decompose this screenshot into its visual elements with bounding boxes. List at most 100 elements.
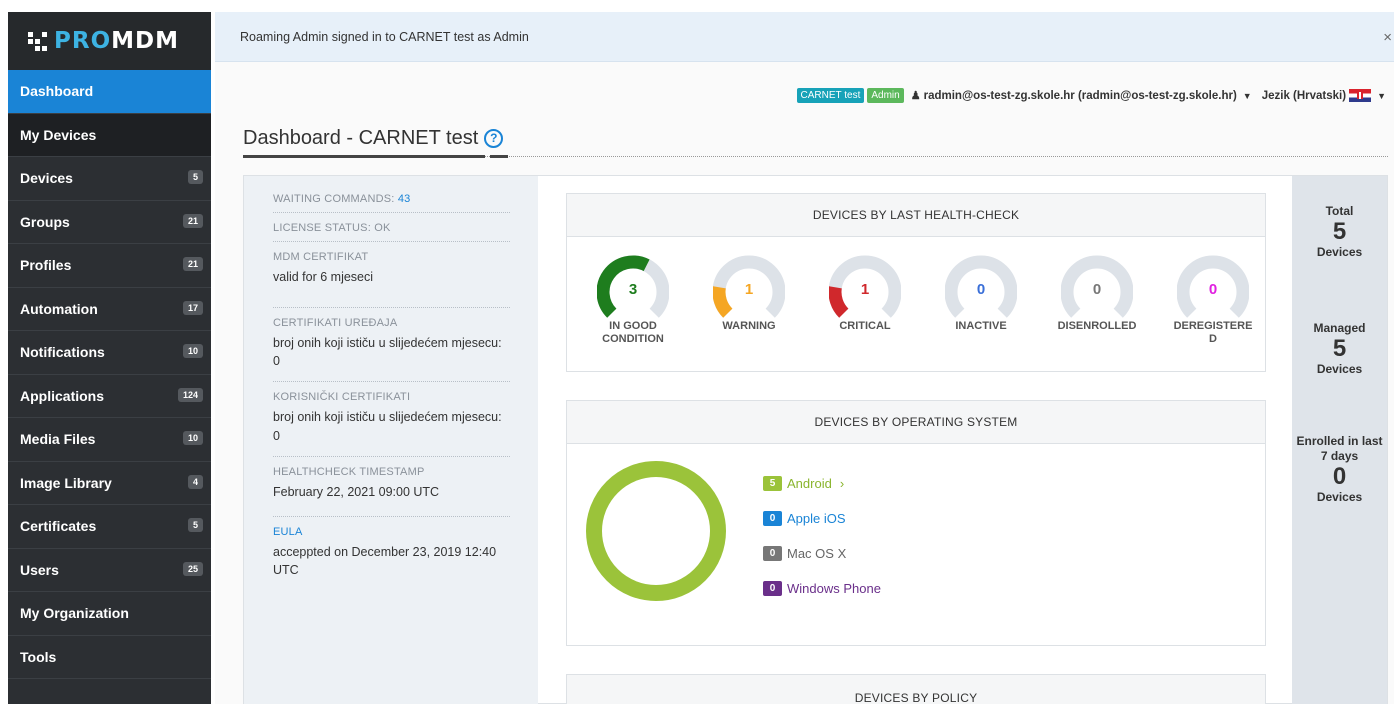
count-badge: 17 <box>182 300 203 315</box>
sidebar-item-groups[interactable]: Groups 21 <box>8 201 211 244</box>
gauge-value: 0 <box>976 281 986 298</box>
dashboard-panel: WAITING COMMANDS: 43 LICENSE STATUS: OK … <box>243 175 1388 704</box>
chevron-right-icon: › <box>839 476 845 491</box>
sidebar-item-label: Groups <box>20 213 70 230</box>
sidebar-item-image-library[interactable]: Image Library 4 <box>8 462 211 505</box>
logo[interactable]: PROMDM <box>8 12 211 70</box>
sidebar-item-devices[interactable]: Devices 5 <box>8 157 211 201</box>
stat-enrolled: Enrolled in last 7 days 0 Devices <box>1296 434 1383 504</box>
os-donut-chart <box>586 461 726 601</box>
gauge-label: DEREGISTERE D <box>1173 320 1253 345</box>
count-badge: 124 <box>177 387 203 402</box>
sidebar-item-label: Users <box>20 561 59 578</box>
sidebar-item-label: Tools <box>20 648 57 665</box>
card-title: DEVICES BY LAST HEALTH-CHECK <box>567 194 1265 237</box>
sidebar-item-label: Notifications <box>20 344 105 361</box>
sidebar-item-tools[interactable]: Tools <box>8 636 211 679</box>
health-gauges: 3 IN GOOD CONDITION 1 WARNING 1 CRITICAL 0 IN… <box>567 237 1265 370</box>
sidebar-item-label: Media Files <box>20 431 96 448</box>
count-badge: 10 <box>182 344 203 358</box>
gauge-value: 1 <box>744 281 754 298</box>
user-icon: ♟ <box>910 90 921 102</box>
eula: EULA acceppted on December 23, 2019 12:4… <box>273 526 510 586</box>
count-badge: 21 <box>182 213 203 228</box>
gauge-value: 0 <box>1092 281 1102 298</box>
os-count-badge: 0 <box>763 511 782 526</box>
sidebar-item-certificates[interactable]: Certificates 5 <box>8 505 211 549</box>
os-count-badge: 0 <box>763 581 782 596</box>
os-legend-windows-phone[interactable]: 0 Windows Phone <box>763 571 889 606</box>
count-badge: 21 <box>182 257 203 271</box>
card-title: DEVICES BY OPERATING SYSTEM <box>567 401 1265 444</box>
health-check-card: DEVICES BY LAST HEALTH-CHECK 3 IN GOOD CON… <box>566 193 1266 372</box>
gauge-label: CRITICAL <box>839 320 891 332</box>
eula-link[interactable]: EULA <box>273 526 510 538</box>
count-badge: 10 <box>182 431 203 445</box>
policy-card: DEVICES BY POLICY <box>566 674 1266 704</box>
sidebar-nav: Dashboard My Devices Devices 5 Groups 21 Profi… <box>8 70 211 679</box>
user-bar: CARNET test Admin ♟ radmin@os-test-zg.sk… <box>796 88 1386 103</box>
count-badge: 5 <box>187 170 203 184</box>
sidebar-item-label: Dashboard <box>20 83 94 100</box>
sidebar-item-applications[interactable]: Applications 124 <box>8 375 211 418</box>
page-title: Dashboard - CARNET test ? <box>243 127 504 150</box>
os-legend-apple-ios[interactable]: 0 Apple iOS <box>763 501 889 536</box>
os-card: DEVICES BY OPERATING SYSTEM 5 Android › 0 Ap… <box>566 400 1266 646</box>
chevron-down-icon[interactable]: ▼ <box>1377 91 1386 101</box>
chevron-down-icon[interactable]: ▼ <box>1243 91 1252 101</box>
gauge-label: WARNING <box>722 320 776 332</box>
os-name: Apple iOS <box>787 511 846 526</box>
count-badge: 25 <box>182 561 203 576</box>
main-content: CARNET test Admin ♟ radmin@os-test-zg.sk… <box>215 62 1394 704</box>
os-name: Mac OS X <box>787 546 847 561</box>
gauge-critical[interactable]: 1 CRITICAL <box>810 254 920 333</box>
license-status: LICENSE STATUS: OK <box>273 222 510 242</box>
count-badge: 5 <box>187 518 203 532</box>
gauge-value: 0 <box>1208 281 1218 298</box>
os-legend-android[interactable]: 5 Android › <box>763 466 889 501</box>
sidebar: PROMDM Dashboard My Devices Devices 5 Groups… <box>8 12 211 704</box>
gauge-deregistered[interactable]: 0 DEREGISTERE D <box>1158 254 1268 345</box>
sidebar-item-media-files[interactable]: Media Files 10 <box>8 418 211 462</box>
sidebar-item-label: My Organization <box>20 605 129 622</box>
os-name: Windows Phone <box>787 581 881 596</box>
gauge-label: INACTIVE <box>955 320 1007 332</box>
sidebar-item-my-organization[interactable]: My Organization <box>8 592 211 636</box>
gauge-in-goodcondition[interactable]: 3 IN GOOD CONDITION <box>578 254 688 345</box>
info-column: WAITING COMMANDS: 43 LICENSE STATUS: OK … <box>244 176 538 704</box>
donut-segment-android[interactable] <box>586 461 726 601</box>
os-legend-mac-os-x[interactable]: 0 Mac OS X <box>763 536 889 571</box>
sidebar-item-automation[interactable]: Automation 17 <box>8 288 211 331</box>
gauge-disenrolled[interactable]: 0 DISENROLLED <box>1042 254 1152 333</box>
stats-column: Total 5 Devices Managed 5 Devices Enroll… <box>1292 176 1387 704</box>
stat-total: Total 5 Devices <box>1316 204 1363 259</box>
close-icon[interactable]: × <box>1383 29 1392 46</box>
waiting-commands-link[interactable]: 43 <box>398 193 411 205</box>
sidebar-item-label: Certificates <box>20 518 97 535</box>
sidebar-item-notifications[interactable]: Notifications 10 <box>8 331 211 375</box>
os-count-badge: 0 <box>763 546 782 561</box>
sidebar-item-dashboard[interactable]: Dashboard <box>8 70 211 114</box>
gauge-warning[interactable]: 1 WARNING <box>694 254 804 333</box>
os-name: Android <box>787 476 832 491</box>
sidebar-item-label: Profiles <box>20 257 72 274</box>
os-count-badge: 5 <box>763 476 782 491</box>
user-menu[interactable]: radmin@os-test-zg.skole.hr (radmin@os-te… <box>924 90 1237 102</box>
count-badge: 4 <box>187 474 203 489</box>
gauge-label: IN GOOD CONDITION <box>602 320 664 345</box>
device-certificates: CERTIFIKATI UREĐAJA broj onih koji istič… <box>273 317 510 383</box>
signin-notice: Roaming Admin signed in to CARNET test a… <box>215 12 1394 62</box>
brand-name: PROMDM <box>54 28 179 54</box>
sidebar-item-my-devices[interactable]: My Devices <box>8 113 211 157</box>
language-menu[interactable]: Jezik (Hrvatski) <box>1262 90 1346 102</box>
notice-text: Roaming Admin signed in to CARNET test a… <box>240 29 529 44</box>
gauge-value: 1 <box>860 281 870 298</box>
help-icon[interactable]: ? <box>484 129 504 148</box>
gauge-inactive[interactable]: 0 INACTIVE <box>926 254 1036 333</box>
sidebar-item-label: Automation <box>20 300 98 317</box>
healthcheck-timestamp: HEALTHCHECK TIMESTAMP February 22, 2021 … <box>273 466 510 517</box>
sidebar-item-profiles[interactable]: Profiles 21 <box>8 244 211 288</box>
app-root: PROMDM Dashboard My Devices Devices 5 Groups… <box>0 0 1394 704</box>
waiting-commands: WAITING COMMANDS: 43 <box>273 193 510 213</box>
sidebar-item-users[interactable]: Users 25 <box>8 549 211 592</box>
